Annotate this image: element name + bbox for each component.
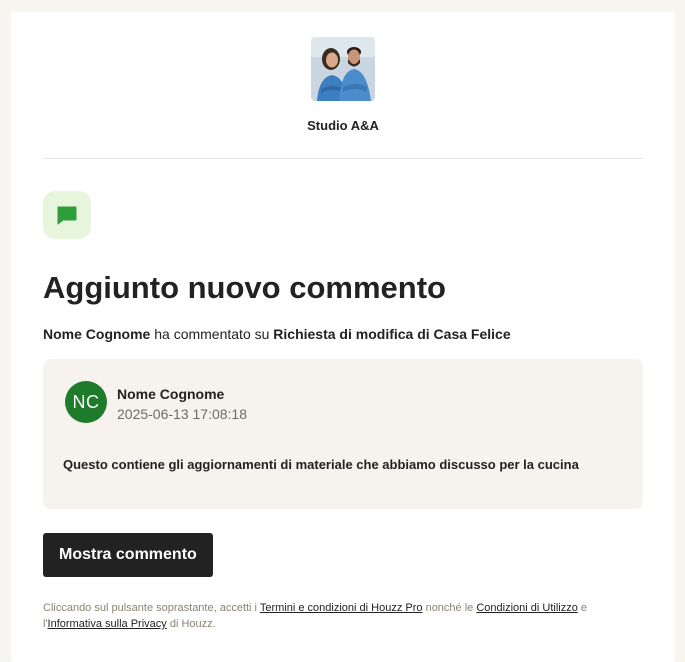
studio-name: Studio A&A [307,118,379,133]
summary-target: Richiesta di modifica di Casa Felice [273,326,511,342]
legal-text-4: di Houzz. [166,618,216,630]
comment-text: Questo contiene gli aggiornamenti di mat… [63,457,579,472]
comment-timestamp: 2025-06-13 17:08:18 [117,406,247,422]
privacy-link[interactable]: Informativa sulla Privacy [48,618,167,630]
show-comment-button[interactable]: Mostra commento [43,533,213,577]
commenter-name: Nome Cognome [117,386,225,402]
email-card: Studio A&A Aggiunto nuovo commento Nome … [11,12,675,662]
avatar: NC [65,381,107,423]
legal-notice: Cliccando sul pulsante soprastante, acce… [43,600,643,632]
terms-link[interactable]: Termini e condizioni di Houzz Pro [260,602,423,614]
summary-author: Nome Cognome [43,326,151,342]
conditions-link[interactable]: Condizioni di Utilizzo [476,602,578,614]
comment-box: NC Nome Cognome 2025-06-13 17:08:18 Ques… [43,359,643,509]
studio-photo [311,37,375,101]
page-title: Aggiunto nuovo commento [43,270,446,305]
summary-middle-text: ha commentato su [150,326,274,342]
header-divider [43,158,643,159]
legal-text-1: Cliccando sul pulsante soprastante, acce… [43,602,260,614]
comment-icon [43,191,91,239]
legal-text-2: nonché le [422,602,477,614]
comment-summary: Nome Cognome ha commentato su Richiesta … [43,325,511,343]
